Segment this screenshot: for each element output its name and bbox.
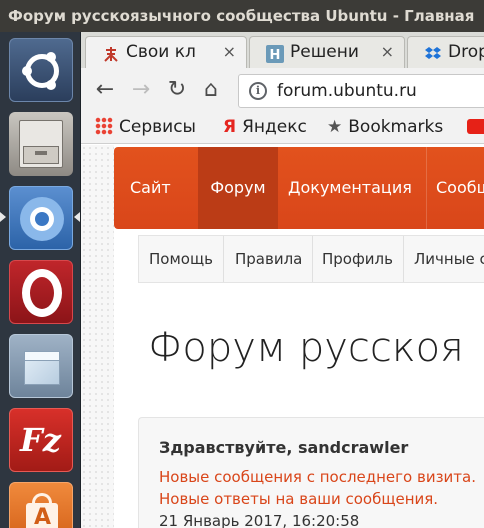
subnav-profile[interactable]: Профиль (312, 236, 404, 282)
welcome-greeting: Здравствуйте, sandcrawler (159, 438, 409, 457)
software-center-icon[interactable]: A (9, 482, 73, 528)
files-icon[interactable] (9, 112, 73, 176)
tab-title: Drop (448, 42, 484, 62)
focused-indicator-icon (74, 212, 80, 222)
tab-svoi[interactable]: Свои кл × (85, 36, 247, 68)
tab-dropbox[interactable]: Drop (407, 36, 484, 68)
bookmarks-bar: Сервисы Я Яндекс ★ Bookmarks (81, 112, 484, 144)
page-title: Форум русскоя (148, 325, 464, 371)
tab-close-icon[interactable]: × (381, 37, 394, 67)
nav-forum[interactable]: Форум (198, 147, 278, 229)
ubuntu-dash-icon[interactable] (9, 38, 73, 102)
subnav-messages[interactable]: Личные с (404, 236, 484, 282)
package-icon[interactable] (9, 334, 73, 398)
new-posts-link[interactable]: Новые сообщения с последнего визита. (159, 468, 476, 486)
unity-launcher: Fz A (0, 32, 81, 528)
bookmark-services[interactable]: Сервисы (95, 112, 196, 142)
nav-site[interactable]: Сайт (114, 147, 187, 229)
page-background: Сайт Форум Документация Сообщ Помощь Пра… (81, 145, 484, 528)
tab-favicon-icon (104, 47, 118, 62)
bookmark-bookmarks[interactable]: ★ Bookmarks (327, 112, 443, 142)
address-bar[interactable]: i forum.ubuntu.ru (238, 74, 484, 108)
filezilla-icon[interactable]: Fz (9, 408, 73, 472)
bookmark-label: Bookmarks (348, 117, 444, 137)
nav-docs[interactable]: Документация (278, 147, 422, 229)
reload-button-icon[interactable]: ↻ (165, 78, 189, 102)
site-info-icon[interactable]: i (249, 82, 267, 100)
window-title: Форум русскоязычного сообщества Ubuntu -… (0, 0, 484, 32)
svg-text:H: H (270, 48, 281, 63)
back-button-icon[interactable]: ← (93, 78, 117, 102)
nav-community[interactable]: Сообщ (436, 147, 484, 229)
forum-content: Сайт Форум Документация Сообщ Помощь Пра… (114, 145, 484, 528)
home-button-icon[interactable]: ⌂ (199, 78, 223, 102)
tab-close-icon[interactable]: × (223, 37, 236, 67)
tab-strip: Свои кл × H Решени × Drop (81, 32, 484, 68)
apps-grid-icon (95, 117, 113, 135)
subnav-help[interactable]: Помощь (139, 236, 224, 282)
tab-title: Свои кл (126, 42, 196, 62)
chromium-icon[interactable] (9, 186, 73, 250)
url-text[interactable]: forum.ubuntu.ru (277, 75, 417, 107)
forum-subnav: Помощь Правила Профиль Личные с (138, 235, 484, 283)
welcome-panel: Здравствуйте, sandcrawler Новые сообщени… (138, 417, 484, 528)
subnav-rules[interactable]: Правила (225, 236, 314, 282)
star-icon: ★ (327, 117, 343, 137)
forward-button-icon[interactable]: → (129, 78, 153, 102)
opera-icon[interactable] (9, 260, 73, 324)
new-replies-link[interactable]: Новые ответы на ваши сообщения. (159, 490, 438, 508)
browser-toolbar: ← → ↻ ⌂ i forum.ubuntu.ru (81, 68, 484, 112)
current-date: 21 Январь 2017, 16:20:58 (159, 512, 360, 528)
dropbox-icon (425, 47, 441, 59)
bookmark-yandex[interactable]: Я Яндекс (223, 112, 307, 142)
tab-title: Решени (290, 42, 359, 62)
yandex-icon: Я (223, 117, 237, 137)
running-indicator-icon (0, 212, 6, 222)
bookmark-label: Яндекс (242, 117, 307, 137)
tab-favicon-icon: H (266, 45, 284, 63)
tab-resheni[interactable]: H Решени × (249, 36, 405, 68)
site-navbar: Сайт Форум Документация Сообщ (114, 147, 484, 229)
bookmark-label: Сервисы (119, 117, 196, 137)
nav-divider (426, 147, 427, 229)
youtube-icon[interactable] (467, 112, 484, 142)
